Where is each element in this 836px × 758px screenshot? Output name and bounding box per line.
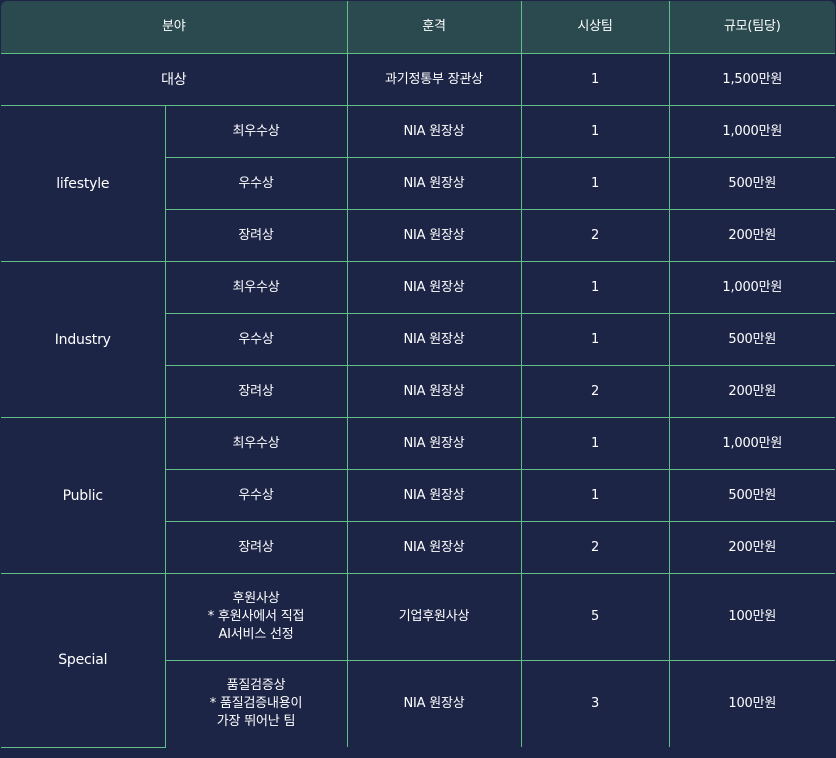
- tier-cell: 최우수상: [164, 417, 348, 470]
- prize-cell: 1,000만원: [668, 417, 835, 470]
- teams-cell: 1: [520, 417, 670, 470]
- header-prize: 규모(팀당): [668, 1, 835, 54]
- tier-cell: 후원사상 * 후원사에서 직접 AI서비스 선정: [164, 573, 348, 661]
- grand-teams: 1: [520, 53, 670, 106]
- award-cell: NIA 원장상: [346, 157, 522, 210]
- award-cell: NIA 원장상: [346, 660, 522, 747]
- prize-cell: 200만원: [668, 209, 835, 262]
- header-category: 분야: [1, 1, 348, 54]
- table-row: Special 후원사상 * 후원사에서 직접 AI서비스 선정 기업후원사상 …: [1, 573, 835, 748]
- prize-cell: 100만원: [668, 660, 835, 747]
- table-row: Public 최우수상 NIA 원장상 1 1,000만원: [1, 417, 835, 574]
- tier-cell: 우수상: [164, 313, 348, 366]
- award-cell: NIA 원장상: [346, 521, 522, 574]
- award-cell: NIA 원장상: [346, 469, 522, 522]
- award-cell: 기업후원사상: [346, 573, 522, 661]
- tier-cell: 우수상: [164, 469, 348, 522]
- awards-table: 분야 훈격 시상팀 규모(팀당) 대상 과기정통부 장관상 1 1,500만원 …: [1, 1, 835, 748]
- award-cell: NIA 원장상: [346, 313, 522, 366]
- header-award: 훈격: [346, 1, 522, 54]
- awards-table-container: 분야 훈격 시상팀 규모(팀당) 대상 과기정통부 장관상 1 1,500만원 …: [1, 1, 835, 756]
- grand-label: 대상: [1, 53, 348, 106]
- award-cell: NIA 원장상: [346, 417, 522, 470]
- grand-prize: 1,500만원: [668, 53, 835, 106]
- header-row: 분야 훈격 시상팀 규모(팀당): [1, 1, 835, 54]
- prize-cell: 500만원: [668, 469, 835, 522]
- category-industry: Industry: [1, 261, 166, 418]
- award-cell: NIA 원장상: [346, 365, 522, 418]
- header-teams: 시상팀: [520, 1, 670, 54]
- prize-cell: 1,000만원: [668, 105, 835, 158]
- teams-cell: 1: [520, 469, 670, 522]
- table-row: Industry 최우수상 NIA 원장상 1 1,000만원: [1, 261, 835, 418]
- prize-cell: 500만원: [668, 157, 835, 210]
- teams-cell: 1: [520, 313, 670, 366]
- award-cell: NIA 원장상: [346, 261, 522, 314]
- teams-cell: 2: [520, 365, 670, 418]
- category-lifestyle: lifestyle: [1, 105, 166, 262]
- tier-cell: 최우수상: [164, 261, 348, 314]
- table-row-grand: 대상 과기정통부 장관상 1 1,500만원: [1, 53, 835, 106]
- prize-cell: 200만원: [668, 521, 835, 574]
- teams-cell: 5: [520, 573, 670, 661]
- teams-cell: 2: [520, 209, 670, 262]
- prize-cell: 200만원: [668, 365, 835, 418]
- tier-cell: 장려상: [164, 209, 348, 262]
- teams-cell: 1: [520, 105, 670, 158]
- prize-cell: 500만원: [668, 313, 835, 366]
- category-special: Special: [1, 573, 166, 748]
- teams-cell: 1: [520, 261, 670, 314]
- table-row: lifestyle 최우수상 NIA 원장상 1 1,000만원: [1, 105, 835, 262]
- tier-cell: 품질검증상 * 품질검증내용이 가장 뛰어난 팀: [164, 660, 348, 747]
- prize-cell: 100만원: [668, 573, 835, 661]
- teams-cell: 2: [520, 521, 670, 574]
- tier-cell: 최우수상: [164, 105, 348, 158]
- tier-cell: 장려상: [164, 365, 348, 418]
- award-cell: NIA 원장상: [346, 105, 522, 158]
- award-cell: NIA 원장상: [346, 209, 522, 262]
- category-public: Public: [1, 417, 166, 574]
- tier-cell: 장려상: [164, 521, 348, 574]
- teams-cell: 1: [520, 157, 670, 210]
- grand-award: 과기정통부 장관상: [346, 53, 522, 106]
- teams-cell: 3: [520, 660, 670, 747]
- prize-cell: 1,000만원: [668, 261, 835, 314]
- tier-cell: 우수상: [164, 157, 348, 210]
